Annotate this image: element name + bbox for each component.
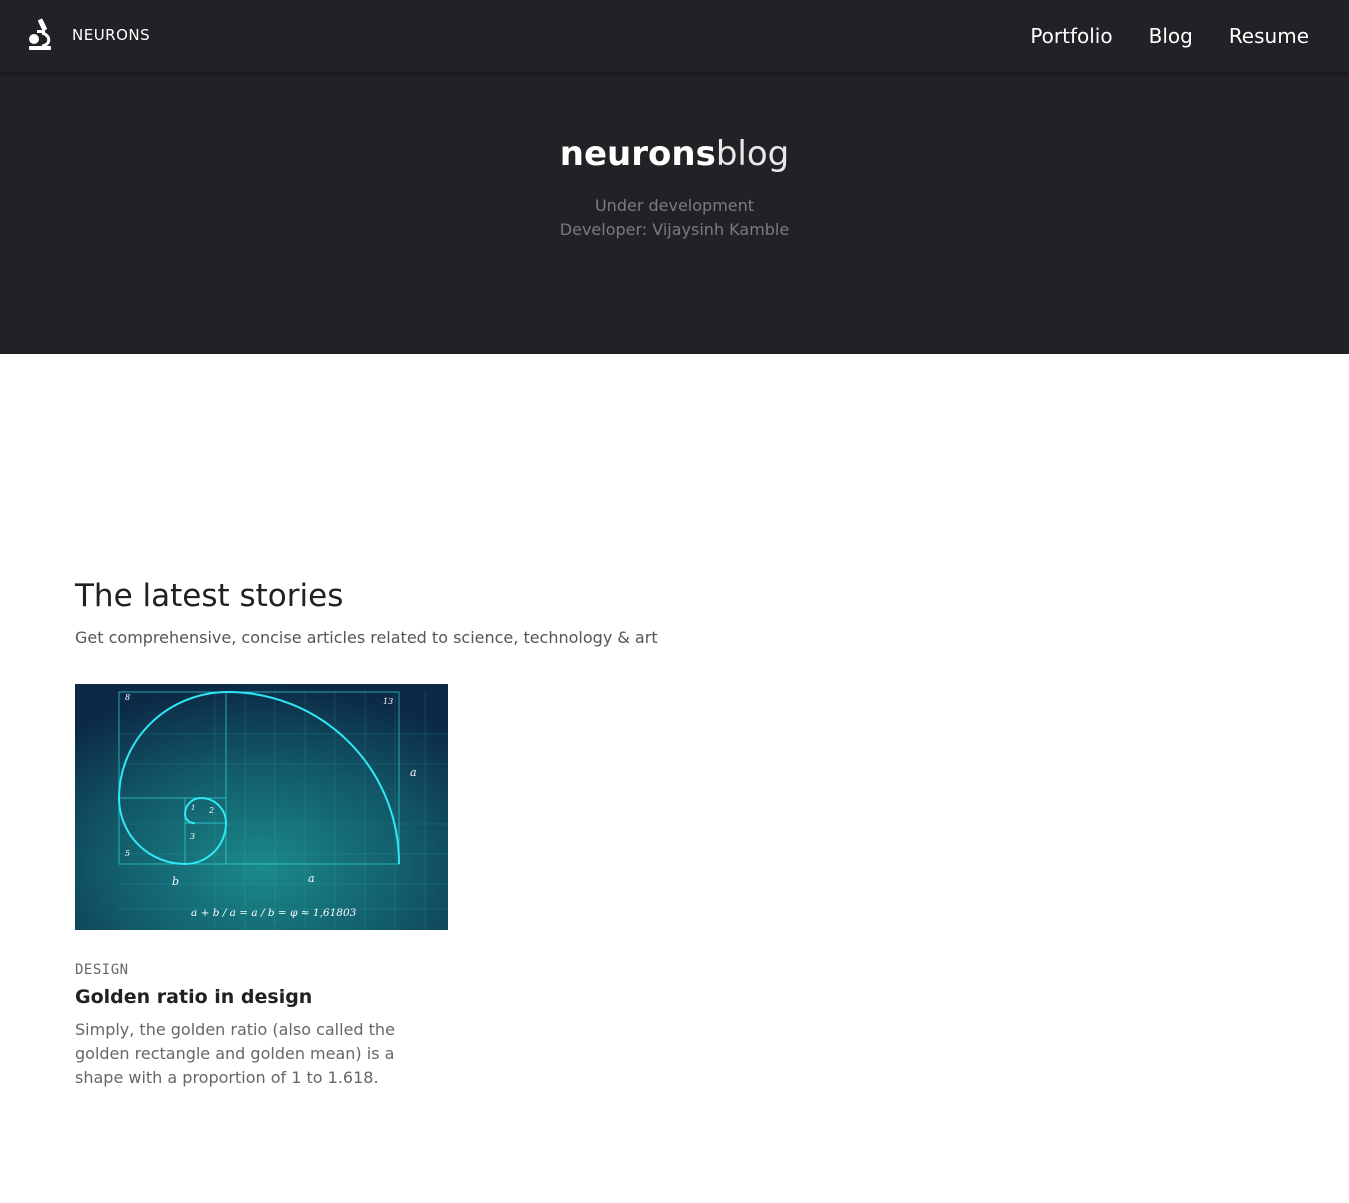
hero-title-bold: neurons: [559, 134, 716, 174]
nav-resume[interactable]: Resume: [1229, 24, 1309, 48]
image-label-a-right: a: [410, 766, 417, 779]
story-excerpt: Simply, the golden ratio (also called th…: [75, 1020, 395, 1087]
nav-portfolio[interactable]: Portfolio: [1030, 24, 1112, 48]
hero-developer: Developer: Vijaysinh Kamble: [559, 220, 790, 239]
story-title[interactable]: Golden ratio in design: [75, 986, 448, 1008]
nav-blog[interactable]: Blog: [1149, 24, 1193, 48]
section-title: The latest stories: [75, 578, 344, 614]
hero-banner: neuronsblog Under development Developer:…: [0, 72, 1349, 354]
hero-subtitle: Under development Developer: Vijaysinh K…: [0, 194, 1349, 242]
image-label-2: 2: [208, 806, 214, 815]
microscope-icon: [29, 18, 51, 50]
golden-ratio-image[interactable]: 8 13 a 1 2 3 5 b a a + b / a = a / b = φ…: [75, 684, 448, 930]
golden-ratio-formula: a + b / a = a / b = φ ≈ 1,61803: [191, 907, 357, 919]
brand-name: NEURONS: [72, 26, 151, 44]
hero-title: neuronsblog: [0, 134, 1349, 174]
image-label-13: 13: [383, 697, 393, 706]
image-label-a-bottom: a: [308, 872, 315, 885]
image-label-3: 3: [190, 832, 195, 841]
story-card[interactable]: 8 13 a 1 2 3 5 b a a + b / a = a / b = φ…: [75, 684, 448, 1090]
stories-section: The latest stories Get comprehensive, co…: [75, 578, 1275, 647]
image-label-b: b: [172, 875, 179, 888]
hero-status: Under development: [594, 196, 755, 215]
story-category: DESIGN: [75, 962, 129, 978]
image-label-5: 5: [125, 849, 130, 858]
section-subtitle: Get comprehensive, concise articles rela…: [75, 628, 658, 647]
top-navbar: NEURONS Portfolio Blog Resume: [0, 0, 1349, 72]
image-label-8: 8: [125, 693, 130, 702]
image-label-1: 1: [191, 804, 195, 812]
main-nav: Portfolio Blog Resume: [994, 0, 1309, 72]
hero-title-light: blog: [715, 134, 790, 174]
brand[interactable]: NEURONS: [26, 18, 150, 52]
